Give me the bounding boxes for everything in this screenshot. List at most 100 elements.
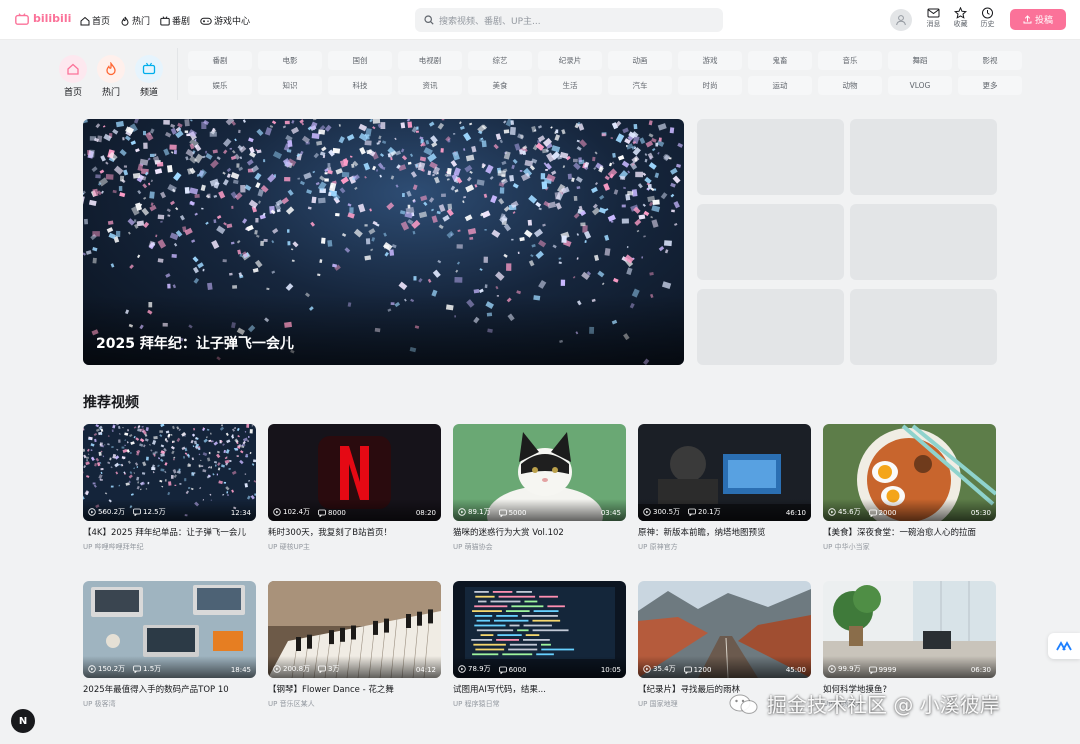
category-chip[interactable]: 知识 bbox=[258, 76, 322, 95]
juejin-icon bbox=[1056, 641, 1072, 651]
video-card[interactable]: 89.1万 5000 03:45 猫咪的迷惑行为大赏 Vol.102 UP 萌猫协会 bbox=[453, 424, 626, 552]
upload-button[interactable]: 投稿 bbox=[1010, 9, 1066, 30]
quick-nav-channel[interactable]: 频道 bbox=[134, 55, 164, 98]
video-title[interactable]: 【4K】2025 拜年纪单品：让子弹飞一会儿 bbox=[83, 527, 256, 540]
video-uploader[interactable]: UP 程序猿日常 bbox=[453, 699, 626, 709]
video-duration: 45:00 bbox=[785, 666, 806, 674]
home-icon bbox=[67, 63, 79, 75]
category-chip[interactable]: VLOG bbox=[888, 76, 952, 95]
banner-shade bbox=[83, 295, 684, 365]
banner-placeholder[interactable] bbox=[850, 289, 997, 365]
category-chip[interactable]: 鬼畜 bbox=[748, 51, 812, 70]
video-card[interactable]: 78.9万 6000 10:05 试图用AI写代码，结果... UP 程序猿日常 bbox=[453, 581, 626, 709]
video-title[interactable]: 猫咪的迷惑行为大赏 Vol.102 bbox=[453, 527, 626, 540]
search-input[interactable]: 搜索视频、番剧、UP主... bbox=[415, 8, 723, 32]
nav-game-center[interactable]: 游戏中心 bbox=[200, 14, 250, 27]
floating-right-button[interactable] bbox=[1048, 633, 1080, 659]
quick-home-label: 首页 bbox=[63, 88, 82, 98]
video-thumbnail[interactable]: 35.4万 1200 45:00 bbox=[638, 581, 811, 678]
video-title[interactable]: 【美食】深夜食堂：一碗治愈人心的拉面 bbox=[823, 527, 996, 540]
video-card[interactable]: 300.5万 20.1万 46:10 原神：新版本前瞻，纳塔地图预览 UP 原神官方 bbox=[638, 424, 811, 552]
video-title[interactable]: 原神：新版本前瞻，纳塔地图预览 bbox=[638, 527, 811, 540]
hero-banner[interactable]: 2025 拜年纪：让子弹飞一会儿 bbox=[83, 119, 684, 365]
video-card[interactable]: 102.4万 8000 08:20 耗时300天，我复刻了B站首页！ UP 硬核UP主 bbox=[268, 424, 441, 552]
banner-placeholder[interactable] bbox=[697, 289, 844, 365]
video-title[interactable]: 【钢琴】Flower Dance - 花之舞 bbox=[268, 684, 441, 697]
category-chip[interactable]: 科技 bbox=[328, 76, 392, 95]
favorites-label: 收藏 bbox=[953, 20, 968, 28]
video-thumbnail[interactable]: 89.1万 5000 03:45 bbox=[453, 424, 626, 521]
play-count-icon bbox=[458, 665, 466, 673]
messages-button[interactable]: 消息 bbox=[924, 7, 943, 29]
nav-hot[interactable]: 热门 bbox=[120, 14, 150, 27]
video-title[interactable]: 2025年最值得入手的数码产品TOP 10 bbox=[83, 684, 256, 697]
category-chip[interactable]: 资讯 bbox=[398, 76, 462, 95]
video-thumbnail[interactable]: 300.5万 20.1万 46:10 bbox=[638, 424, 811, 521]
category-chip[interactable]: 音乐 bbox=[818, 51, 882, 70]
category-chip[interactable]: 综艺 bbox=[468, 51, 532, 70]
nav-home[interactable]: 首页 bbox=[80, 14, 110, 27]
category-chip[interactable]: 电视剧 bbox=[398, 51, 462, 70]
video-thumbnail[interactable]: 150.2万 1.5万 18:45 bbox=[83, 581, 256, 678]
clock-icon bbox=[982, 7, 993, 19]
category-chip[interactable]: 娱乐 bbox=[188, 76, 252, 95]
banner-placeholder[interactable] bbox=[850, 119, 997, 195]
bilibili-logo[interactable]: bilibili bbox=[15, 12, 71, 25]
history-button[interactable]: 历史 bbox=[978, 7, 997, 29]
category-chip[interactable]: 汽车 bbox=[608, 76, 672, 95]
video-card[interactable]: 200.8万 3万 04:12 【钢琴】Flower Dance - 花之舞 UP 音乐… bbox=[268, 581, 441, 709]
video-uploader[interactable]: UP 极客湾 bbox=[83, 699, 256, 709]
category-chip[interactable]: 更多 bbox=[958, 76, 1022, 95]
category-chip[interactable]: 纪录片 bbox=[538, 51, 602, 70]
category-chip[interactable]: 影视 bbox=[958, 51, 1022, 70]
video-card[interactable]: 150.2万 1.5万 18:45 2025年最值得入手的数码产品TOP 10 UP 极… bbox=[83, 581, 256, 709]
video-uploader[interactable]: UP 萌猫协会 bbox=[453, 542, 626, 552]
video-thumbnail[interactable]: 560.2万 12.5万 12:34 bbox=[83, 424, 256, 521]
nav-bangumi[interactable]: 番剧 bbox=[160, 14, 190, 27]
play-count: 78.9万 bbox=[458, 664, 491, 674]
quick-nav-hot[interactable]: 热门 bbox=[96, 55, 126, 98]
play-count: 300.5万 bbox=[643, 507, 680, 517]
category-chip[interactable]: 电影 bbox=[258, 51, 322, 70]
category-chip[interactable]: 运动 bbox=[748, 76, 812, 95]
banner-placeholder[interactable] bbox=[697, 119, 844, 195]
category-chip[interactable]: 舞蹈 bbox=[888, 51, 952, 70]
category-chip[interactable]: 动物 bbox=[818, 76, 882, 95]
floating-left-button[interactable]: N bbox=[11, 709, 35, 733]
category-chip[interactable]: 生活 bbox=[538, 76, 602, 95]
category-chip[interactable]: 时尚 bbox=[678, 76, 742, 95]
video-duration: 18:45 bbox=[230, 666, 251, 674]
category-chip[interactable]: 国创 bbox=[328, 51, 392, 70]
video-title[interactable]: 试图用AI写代码，结果... bbox=[453, 684, 626, 697]
video-uploader[interactable]: UP 音乐区某人 bbox=[268, 699, 441, 709]
banner-placeholder[interactable] bbox=[697, 204, 844, 280]
video-uploader[interactable]: UP 中华小当家 bbox=[823, 542, 996, 552]
comment-count: 5000 bbox=[498, 509, 526, 517]
category-chip[interactable]: 美食 bbox=[468, 76, 532, 95]
video-uploader[interactable]: UP 哔哩哔哩拜年纪 bbox=[83, 542, 256, 552]
video-thumbnail[interactable]: 102.4万 8000 08:20 bbox=[268, 424, 441, 521]
video-card[interactable]: 45.6万 2000 05:30 【美食】深夜食堂：一碗治愈人心的拉面 UP 中华小当家 bbox=[823, 424, 996, 552]
video-duration: 05:30 bbox=[970, 509, 991, 517]
category-chip[interactable]: 游戏 bbox=[678, 51, 742, 70]
upload-icon bbox=[1023, 15, 1032, 24]
comment-icon bbox=[498, 666, 507, 674]
avatar[interactable] bbox=[890, 9, 912, 31]
video-thumbnail[interactable]: 99.9万 9999 06:30 bbox=[823, 581, 996, 678]
video-uploader[interactable]: UP 原神官方 bbox=[638, 542, 811, 552]
banner-placeholder[interactable] bbox=[850, 204, 997, 280]
favorites-button[interactable]: 收藏 bbox=[951, 7, 970, 29]
category-chip[interactable]: 动画 bbox=[608, 51, 672, 70]
video-thumbnail[interactable]: 78.9万 6000 10:05 bbox=[453, 581, 626, 678]
video-card[interactable]: 560.2万 12.5万 12:34 【4K】2025 拜年纪单品：让子弹飞一会儿 UP… bbox=[83, 424, 256, 552]
star-icon bbox=[954, 7, 967, 19]
video-thumbnail[interactable]: 200.8万 3万 04:12 bbox=[268, 581, 441, 678]
video-uploader[interactable]: UP 硬核UP主 bbox=[268, 542, 441, 552]
category-chip[interactable]: 番剧 bbox=[188, 51, 252, 70]
play-count: 102.4万 bbox=[273, 507, 310, 517]
user-icon bbox=[896, 15, 906, 26]
video-thumbnail[interactable]: 45.6万 2000 05:30 bbox=[823, 424, 996, 521]
video-title[interactable]: 耗时300天，我复刻了B站首页！ bbox=[268, 527, 441, 540]
video-duration: 10:05 bbox=[600, 666, 621, 674]
quick-nav-home[interactable]: 首页 bbox=[58, 55, 88, 98]
